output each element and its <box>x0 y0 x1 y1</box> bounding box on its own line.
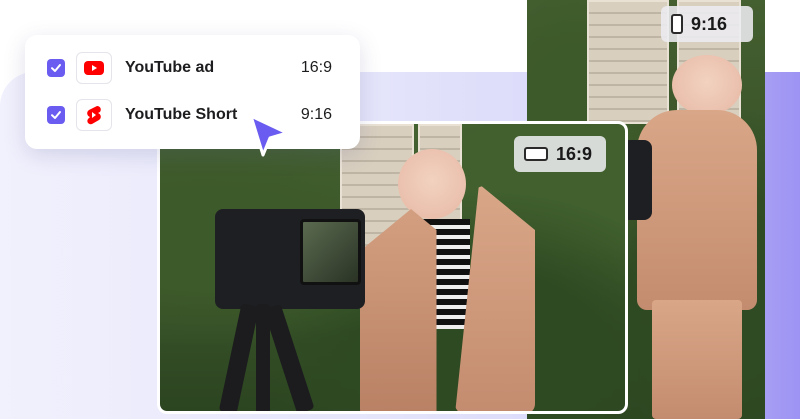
mouse-pointer-icon <box>249 114 289 157</box>
ratio-badge-vertical: 9:16 <box>661 6 753 42</box>
youtube-ad-label: YouTube ad <box>125 59 215 76</box>
tripod-leg <box>218 303 260 411</box>
youtube-short-ratio: 9:16 <box>300 106 332 123</box>
format-option-youtube-ad[interactable]: YouTube ad 16:9 <box>47 52 332 84</box>
ratio-badge-vertical-label: 9:16 <box>691 13 728 34</box>
portrait-frame-icon <box>671 14 683 34</box>
checkmark-icon <box>51 111 61 119</box>
tripod-leg <box>256 304 270 411</box>
ratio-badge-wide-label: 16:9 <box>556 143 593 164</box>
person-hair <box>398 149 466 219</box>
youtube-ad-ratio: 16:9 <box>300 59 332 76</box>
camera-screen <box>300 219 361 285</box>
tripod-leg <box>263 303 315 411</box>
person-coat <box>637 110 757 310</box>
checkmark-icon <box>51 64 61 72</box>
landscape-frame-icon <box>524 147 548 161</box>
youtube-short-checkbox[interactable] <box>47 106 65 124</box>
ratio-badge-wide: 16:9 <box>514 136 606 172</box>
format-selection-card: YouTube ad 16:9 YouTube Short 9:16 <box>25 35 360 149</box>
person-hair <box>672 55 742 115</box>
youtube-icon <box>76 52 112 84</box>
youtube-shorts-icon <box>76 99 112 131</box>
person-trousers <box>652 300 742 419</box>
window-shutter <box>587 0 669 124</box>
youtube-ad-checkbox[interactable] <box>47 59 65 77</box>
